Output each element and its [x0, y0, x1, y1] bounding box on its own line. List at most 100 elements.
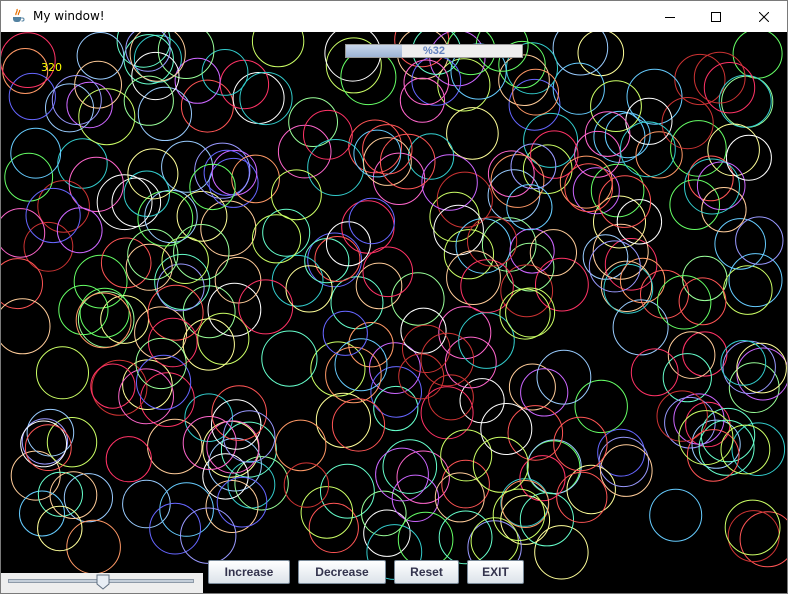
title-bar[interactable]: My window!: [1, 1, 787, 32]
circle-shape: [626, 68, 683, 125]
slider-thumb[interactable]: [96, 574, 110, 590]
circle-shape: [519, 455, 566, 502]
circle-shape: [36, 346, 89, 400]
circle-shape: [407, 133, 455, 180]
circle-shape: [727, 510, 780, 563]
circle-shape: [552, 32, 609, 76]
circle-shape: [458, 312, 515, 369]
circle-shape: [564, 163, 614, 213]
speed-slider[interactable]: [1, 573, 203, 593]
circle-shape: [214, 256, 262, 304]
circle-shape: [625, 97, 673, 145]
circle-shape: [556, 471, 608, 523]
maximize-icon: [711, 11, 721, 22]
decrease-button[interactable]: Decrease: [298, 560, 386, 584]
increase-button[interactable]: Increase: [208, 560, 290, 584]
circle-shape: [223, 410, 276, 463]
maximize-button[interactable]: [693, 1, 739, 32]
circle-shape: [512, 68, 559, 116]
circle-shape: [325, 346, 382, 404]
circle-shape: [669, 179, 721, 230]
exit-button[interactable]: EXIT: [467, 560, 524, 584]
circle-shape: [427, 374, 474, 421]
circle-shape: [288, 97, 339, 147]
circle-counter: 320: [41, 61, 62, 74]
circle-shape: [534, 525, 589, 580]
circle-shape: [620, 121, 676, 178]
circle-shape: [182, 285, 236, 339]
circle-shape: [184, 393, 233, 443]
circle-shape: [111, 177, 162, 228]
progress-text: %32: [422, 45, 446, 57]
circle-shape: [10, 127, 62, 179]
close-icon: [759, 11, 769, 22]
circle-canvas[interactable]: 320 %32 Increase Decrease Reset EXIT: [1, 32, 787, 593]
circle-shape: [320, 463, 375, 519]
circle-shape: [348, 197, 395, 245]
circle-shape: [604, 112, 651, 159]
circle-shape: [535, 257, 589, 312]
app-window: My window! 320 %32 Increase Decrease Res…: [0, 0, 788, 594]
circle-shape: [1, 208, 46, 258]
circle-shape: [363, 137, 412, 186]
circle-shape: [285, 265, 333, 313]
window-title: My window!: [33, 9, 105, 23]
circle-shape: [76, 32, 125, 80]
circle-shape: [75, 292, 132, 349]
circle-shape: [616, 199, 663, 245]
circle-shape: [37, 505, 83, 552]
circle-shape: [678, 410, 734, 466]
circle-shape: [499, 288, 551, 340]
minimize-button[interactable]: [647, 1, 693, 32]
circle-shape: [574, 379, 628, 434]
circle-shape: [446, 250, 501, 306]
circle-shape: [78, 88, 136, 146]
circle-shape: [37, 180, 90, 233]
circle-shape: [125, 243, 173, 291]
circle-shape: [303, 109, 353, 160]
circle-shape: [728, 253, 783, 308]
circle-shape: [261, 330, 318, 387]
circle-shape: [123, 170, 171, 217]
circle-shape: [251, 214, 302, 264]
circle-shape: [148, 317, 198, 368]
circle-shape: [600, 444, 653, 497]
circle-shape: [382, 439, 438, 494]
circle-shape: [137, 86, 192, 142]
close-button[interactable]: [741, 1, 787, 32]
circle-shape: [159, 482, 214, 537]
java-coffee-cup-icon: [10, 8, 26, 24]
circle-shape: [105, 436, 152, 483]
circle-shape: [630, 348, 679, 397]
circle-shape: [271, 169, 322, 221]
circle-shape: [520, 368, 569, 417]
circle-shape: [51, 75, 102, 125]
circle-shape: [481, 217, 537, 272]
circle-shape: [420, 386, 474, 440]
circle-shape: [362, 246, 414, 298]
circle-shape: [391, 272, 445, 326]
circle-shape: [612, 299, 669, 356]
circle-shape: [147, 418, 203, 475]
circle-shape: [277, 124, 332, 179]
circle-shape: [739, 511, 787, 568]
circle-shape: [19, 490, 65, 537]
circle-shape: [122, 479, 171, 529]
circle-shape: [725, 134, 772, 181]
circle-shape: [194, 142, 251, 199]
reset-button[interactable]: Reset: [394, 560, 459, 584]
circle-shape: [73, 254, 128, 309]
circle-shape: [202, 420, 260, 478]
circle-shape: [310, 341, 366, 397]
circle-shape: [657, 275, 712, 330]
circle-shape: [26, 408, 75, 457]
circle-shape: [707, 123, 760, 177]
circle-shape: [508, 363, 556, 411]
circle-shape: [134, 306, 188, 360]
circle-shape: [314, 236, 361, 282]
circle-shape: [649, 488, 703, 542]
circle-shape: [251, 32, 305, 68]
circle-shape: [720, 424, 771, 475]
circle-shape: [372, 152, 426, 206]
circle-shape: [182, 416, 237, 470]
